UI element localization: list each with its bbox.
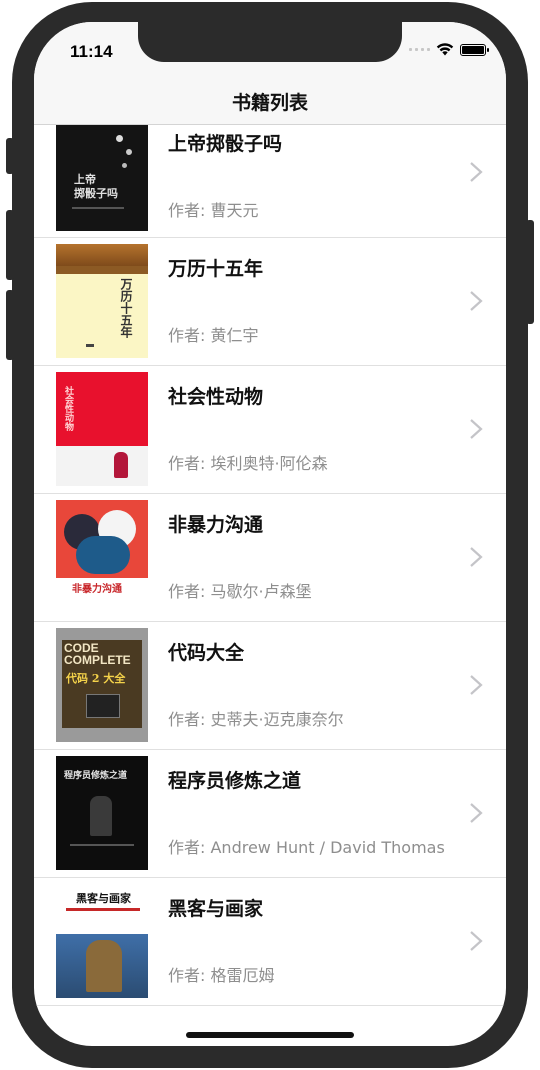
chevron-right-icon bbox=[470, 803, 483, 823]
wifi-icon bbox=[436, 43, 454, 56]
list-item[interactable]: CODE COMPLETE 代码 2 大全 代码大全 作者: 史蒂夫·迈克康奈尔 bbox=[34, 622, 506, 750]
volume-up-button bbox=[6, 210, 14, 280]
home-indicator[interactable] bbox=[186, 1032, 354, 1038]
book-title: 程序员修炼之道 bbox=[168, 770, 302, 792]
list-item[interactable]: 社会性动物 社会性动物 作者: 埃利奥特·阿伦森 bbox=[34, 366, 506, 494]
book-author: 作者: Andrew Hunt / David Thomas bbox=[168, 838, 445, 857]
silent-switch bbox=[6, 138, 14, 174]
book-list[interactable]: 上帝 掷骰子吗 上帝掷骰子吗 作者: 曹天元 万历十五年 万历十五年 作者: 黄仁… bbox=[34, 125, 506, 1006]
book-cover-image: 非暴力沟通 bbox=[56, 500, 148, 614]
book-title: 上帝掷骰子吗 bbox=[168, 133, 283, 155]
chevron-right-icon bbox=[470, 162, 483, 182]
page-title: 书籍列表 bbox=[231, 92, 308, 114]
notch bbox=[138, 22, 402, 62]
book-title: 黑客与画家 bbox=[168, 898, 264, 920]
book-title: 非暴力沟通 bbox=[168, 514, 264, 536]
book-cover-image: 社会性动物 bbox=[56, 372, 148, 486]
cellular-signal-icon bbox=[409, 48, 430, 51]
chevron-right-icon bbox=[470, 547, 483, 567]
chevron-right-icon bbox=[470, 931, 483, 951]
battery-icon bbox=[460, 43, 489, 56]
book-cover-image: CODE COMPLETE 代码 2 大全 bbox=[56, 628, 148, 742]
book-author: 作者: 格雷厄姆 bbox=[168, 966, 275, 985]
book-title: 万历十五年 bbox=[168, 258, 264, 280]
book-cover-image: 程序员修炼之道 bbox=[56, 756, 148, 870]
book-title: 代码大全 bbox=[168, 642, 245, 664]
book-title: 社会性动物 bbox=[168, 386, 264, 408]
screen: 11:14 书籍列表 上帝 掷骰子吗 上帝掷骰子吗 作者: 曹天元 万历十五年 … bbox=[34, 22, 506, 1046]
chevron-right-icon bbox=[470, 675, 483, 695]
book-author: 作者: 曹天元 bbox=[168, 201, 259, 220]
list-item[interactable]: 黑客与画家 黑客与画家 作者: 格雷厄姆 bbox=[34, 878, 506, 1006]
volume-down-button bbox=[6, 290, 14, 360]
chevron-right-icon bbox=[470, 419, 483, 439]
chevron-right-icon bbox=[470, 291, 483, 311]
list-item[interactable]: 万历十五年 万历十五年 作者: 黄仁宇 bbox=[34, 238, 506, 366]
book-author: 作者: 黄仁宇 bbox=[168, 326, 259, 345]
status-icons bbox=[409, 43, 489, 56]
list-item[interactable]: 上帝 掷骰子吗 上帝掷骰子吗 作者: 曹天元 bbox=[34, 125, 506, 238]
power-button bbox=[526, 220, 534, 324]
status-time: 11:14 bbox=[70, 42, 113, 61]
navigation-bar: 书籍列表 bbox=[34, 78, 506, 125]
book-author: 作者: 史蒂夫·迈克康奈尔 bbox=[168, 710, 344, 729]
book-cover-image: 黑客与画家 bbox=[56, 884, 148, 998]
list-item[interactable]: 非暴力沟通 非暴力沟通 作者: 马歇尔·卢森堡 bbox=[34, 494, 506, 622]
list-item[interactable]: 程序员修炼之道 程序员修炼之道 作者: Andrew Hunt / David … bbox=[34, 750, 506, 878]
book-cover-image: 上帝 掷骰子吗 bbox=[56, 125, 148, 231]
book-cover-image: 万历十五年 bbox=[56, 244, 148, 358]
book-author: 作者: 马歇尔·卢森堡 bbox=[168, 582, 312, 601]
book-author: 作者: 埃利奥特·阿伦森 bbox=[168, 454, 328, 473]
